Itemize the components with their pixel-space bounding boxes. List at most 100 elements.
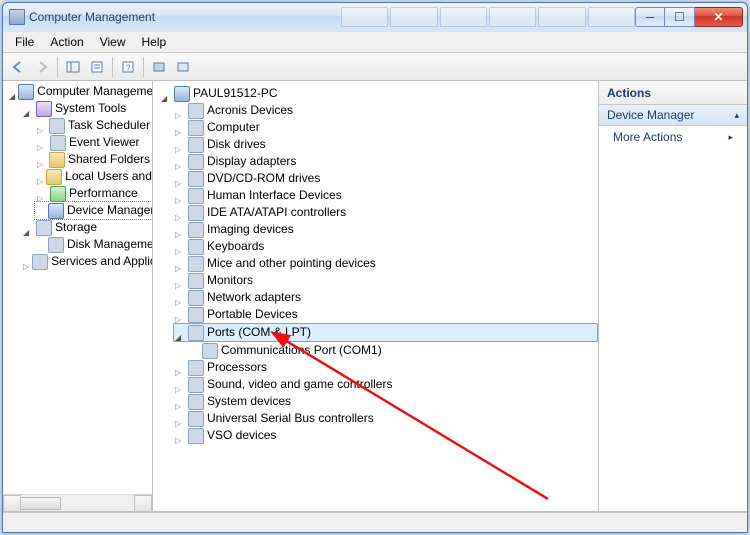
expander-icon[interactable]	[175, 123, 185, 133]
node-label: Task Scheduler	[68, 117, 150, 134]
device-node-root-pc[interactable]: PAUL91512-PC	[159, 85, 598, 102]
expander-icon[interactable]	[23, 223, 33, 233]
device-category-node[interactable]: Computer	[173, 119, 598, 136]
tree-node-shared-folders[interactable]: Shared Folders	[35, 151, 152, 168]
actions-context-section[interactable]: Device Manager ▴	[599, 105, 747, 126]
tree-node-device-manager[interactable]: Device Manager	[35, 202, 152, 219]
help-button[interactable]: ?	[117, 56, 139, 78]
device-category-node[interactable]: VSO devices	[173, 427, 598, 444]
device-category-node[interactable]: Sound, video and game controllers	[173, 376, 598, 393]
node-label: Mice and other pointing devices	[207, 255, 376, 272]
expander-icon[interactable]	[37, 172, 43, 182]
disk-management-icon	[48, 237, 64, 253]
device-category-node[interactable]: Disk drives	[173, 136, 598, 153]
nav-back-button[interactable]	[7, 56, 29, 78]
expander-icon[interactable]	[175, 140, 185, 150]
main-body: Computer Management System Tools T	[3, 81, 747, 512]
device-category-node[interactable]: Human Interface Devices	[173, 187, 598, 204]
device-category-node[interactable]: DVD/CD-ROM drives	[173, 170, 598, 187]
expander-icon[interactable]	[175, 310, 185, 320]
device-node-com1[interactable]: Communications Port (COM1)	[187, 342, 598, 359]
device-category-node[interactable]: Processors	[173, 359, 598, 376]
node-label: System Tools	[55, 100, 126, 117]
expander-icon[interactable]	[23, 104, 33, 114]
expander-icon[interactable]	[175, 328, 185, 338]
horizontal-scrollbar[interactable]	[3, 494, 152, 511]
show-hide-tree-button[interactable]	[62, 56, 84, 78]
close-button[interactable]: ✕	[695, 7, 743, 27]
menu-file[interactable]: File	[7, 33, 42, 51]
expander-icon[interactable]	[23, 257, 29, 267]
node-label: DVD/CD-ROM drives	[207, 170, 320, 187]
device-category-icon	[188, 360, 204, 376]
device-category-icon	[188, 307, 204, 323]
tree-node-services-applications[interactable]: Services and Applications	[21, 253, 152, 270]
device-category-node[interactable]: Acronis Devices	[173, 102, 598, 119]
device-category-node[interactable]: Portable Devices	[173, 306, 598, 323]
device-category-node[interactable]: Imaging devices	[173, 221, 598, 238]
expander-icon[interactable]	[37, 121, 46, 131]
expander-icon[interactable]	[175, 174, 185, 184]
tree-node-performance[interactable]: Performance	[35, 185, 152, 202]
nav-forward-button[interactable]	[31, 56, 53, 78]
node-label: Device Manager	[67, 202, 152, 219]
console-tree[interactable]: Computer Management System Tools T	[3, 81, 152, 494]
view-style-button[interactable]	[148, 56, 170, 78]
device-category-icon	[188, 222, 204, 238]
device-tree[interactable]: PAUL91512-PC Acronis DevicesComputerDisk…	[153, 81, 598, 448]
expander-icon[interactable]	[175, 431, 185, 441]
expander-icon[interactable]	[175, 225, 185, 235]
expander-icon[interactable]	[175, 157, 185, 167]
device-category-node[interactable]: Network adapters	[173, 289, 598, 306]
background-window-tabs	[341, 7, 635, 27]
tree-node-storage[interactable]: Storage	[21, 219, 152, 236]
device-node-ports[interactable]: Ports (COM & LPT)	[173, 323, 598, 342]
tree-node-system-tools[interactable]: System Tools	[21, 100, 152, 117]
device-category-node[interactable]: Display adapters	[173, 153, 598, 170]
device-category-node[interactable]: System devices	[173, 393, 598, 410]
device-category-node[interactable]: Universal Serial Bus controllers	[173, 410, 598, 427]
device-category-node[interactable]: Monitors	[173, 272, 598, 289]
node-label: Shared Folders	[68, 151, 150, 168]
more-actions-link[interactable]: More Actions ▸	[599, 126, 747, 148]
expander-icon[interactable]	[175, 363, 185, 373]
tree-node-task-scheduler[interactable]: Task Scheduler	[35, 117, 152, 134]
actions-context-label: Device Manager	[607, 108, 694, 122]
bg-tab	[341, 7, 388, 27]
expander-icon[interactable]	[37, 138, 47, 148]
tree-node-disk-management[interactable]: Disk Management	[35, 236, 152, 253]
maximize-button[interactable]: ☐	[665, 7, 695, 27]
properties-button[interactable]	[86, 56, 108, 78]
scrollbar-thumb[interactable]	[19, 497, 61, 510]
titlebar[interactable]: Computer Management ─ ☐ ✕	[3, 3, 747, 31]
tree-node-computer-management[interactable]: Computer Management	[7, 83, 152, 100]
device-category-node[interactable]: IDE ATA/ATAPI controllers	[173, 204, 598, 221]
expander-icon[interactable]	[9, 87, 15, 97]
expander-icon[interactable]	[175, 208, 185, 218]
expander-icon[interactable]	[175, 106, 185, 116]
expander-icon[interactable]	[37, 189, 47, 199]
expander-icon[interactable]	[175, 414, 185, 424]
console-tree-pane: Computer Management System Tools T	[3, 81, 153, 511]
local-users-icon	[46, 169, 62, 185]
expander-icon[interactable]	[175, 397, 185, 407]
expander-icon[interactable]	[175, 259, 185, 269]
expander-icon[interactable]	[175, 276, 185, 286]
menu-view[interactable]: View	[92, 33, 134, 51]
minimize-button[interactable]: ─	[635, 7, 665, 27]
expander-icon[interactable]	[37, 155, 46, 165]
expander-icon[interactable]	[175, 242, 185, 252]
actions-header: Actions	[599, 81, 747, 105]
tree-node-local-users[interactable]: Local Users and Groups	[35, 168, 152, 185]
tree-node-event-viewer[interactable]: Event Viewer	[35, 134, 152, 151]
expander-icon[interactable]	[161, 89, 171, 99]
expander-icon[interactable]	[175, 380, 185, 390]
device-category-node[interactable]: Mice and other pointing devices	[173, 255, 598, 272]
device-category-node[interactable]: Keyboards	[173, 238, 598, 255]
device-category-icon	[188, 171, 204, 187]
menu-help[interactable]: Help	[134, 33, 175, 51]
menu-action[interactable]: Action	[42, 33, 91, 51]
refresh-button[interactable]	[172, 56, 194, 78]
expander-icon[interactable]	[175, 191, 185, 201]
expander-icon[interactable]	[175, 293, 185, 303]
